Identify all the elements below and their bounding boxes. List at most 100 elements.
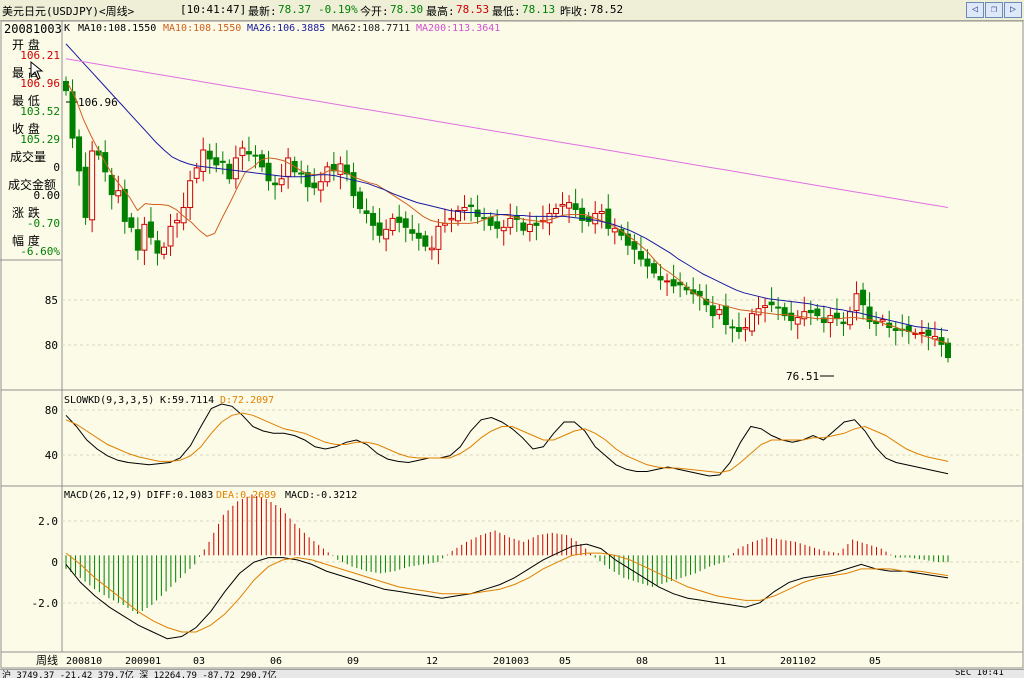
candle-body (775, 306, 782, 309)
candle-body (644, 258, 651, 267)
candle-body (945, 342, 951, 359)
macd-tick-0: 0 (51, 556, 58, 569)
candle-body (193, 167, 200, 179)
candle-body (657, 276, 664, 281)
candle-body (317, 181, 324, 191)
candle-body (357, 191, 363, 210)
candle-body (82, 166, 89, 218)
candle-body (174, 219, 181, 224)
candle-body (860, 289, 867, 306)
kd-tick-80: 80 (45, 404, 58, 417)
candle-body (69, 91, 76, 139)
x-tick-12: 12 (426, 656, 438, 667)
candle-body (252, 154, 259, 157)
candle-body (494, 221, 501, 229)
candle-body (213, 157, 220, 166)
candle-body (742, 326, 749, 330)
macd-dea-line (65, 552, 949, 633)
candle-body (226, 163, 233, 180)
ma26-line (65, 43, 949, 331)
candle-body (89, 150, 96, 221)
candle-body (611, 227, 618, 233)
x-tick-05b: 05 (869, 656, 881, 667)
candle-body (533, 222, 540, 226)
kd-tick-40: 40 (45, 449, 58, 462)
legend-ma62: MA62:108.7711 (332, 23, 410, 34)
candle-body (559, 204, 566, 207)
macd-legend-name: MACD(26,12,9) (64, 490, 142, 501)
x-tick-03: 03 (193, 656, 205, 667)
candle-body (389, 217, 396, 232)
candle-body (187, 180, 194, 209)
candle-body (402, 218, 409, 228)
candle-body (722, 305, 729, 326)
candle-body (918, 331, 925, 334)
candle-body (108, 174, 115, 196)
candle-body (265, 162, 272, 182)
candle-body (422, 235, 429, 247)
candle-body (239, 147, 246, 157)
candle-body (500, 226, 507, 232)
candle-body (219, 160, 226, 163)
x-tick-05a: 05 (559, 656, 571, 667)
candle-body (847, 311, 853, 326)
candle-body (409, 229, 416, 234)
candle-body (461, 207, 468, 211)
candle-body (161, 246, 167, 255)
candle-body (507, 217, 514, 228)
candle-body (598, 210, 605, 214)
candle-body (605, 208, 612, 229)
low-marker-label: 76.51 (786, 370, 819, 383)
candle-body (768, 301, 775, 306)
candle-body (376, 222, 383, 236)
candle-body (272, 182, 279, 186)
candle-body (879, 319, 886, 322)
candle-body (807, 309, 814, 314)
candle-body (892, 328, 899, 331)
macd-histogram (65, 494, 949, 614)
candle-body (435, 225, 442, 250)
kd-legend-k: K:59.7114 (160, 395, 214, 406)
high-marker-label: 106.96 (78, 96, 118, 109)
candle-body (128, 217, 135, 228)
candle-body (232, 157, 239, 180)
candle-body (833, 312, 840, 320)
macd-legend-diff: DIFF:0.1083 (147, 490, 213, 501)
candle-body (147, 221, 154, 238)
chart-canvas[interactable]: K MA10:108.1550 MA10:108.1550 MA26:106.3… (0, 0, 1024, 677)
ma200-line (65, 58, 949, 208)
x-tick-201003: 201003 (493, 656, 529, 667)
candle-body (141, 223, 148, 251)
mouse-cursor-icon (30, 60, 44, 80)
x-tick-11: 11 (714, 656, 726, 667)
candle-body (526, 223, 533, 233)
kd-legend-d: D:72.2097 (220, 395, 274, 406)
candle-body (363, 210, 370, 214)
candle-body (115, 190, 122, 197)
candlestick-group (63, 76, 951, 363)
candle-body (167, 225, 174, 247)
candle-body (134, 229, 141, 251)
x-tick-200810: 200810 (66, 656, 102, 667)
candle-body (794, 317, 801, 325)
candle-body (383, 228, 390, 240)
candle-body (553, 208, 559, 214)
legend-ma10b: MA10:108.1550 (163, 23, 241, 34)
ma10-line (67, 83, 949, 344)
candle-body (716, 309, 723, 315)
y-tick-85: 85 (45, 294, 58, 307)
candle-body (76, 136, 83, 172)
candle-body (415, 232, 422, 239)
kd-lines (65, 403, 949, 477)
candle-body (487, 216, 494, 226)
legend-k: K (64, 23, 70, 34)
candle-body (245, 151, 252, 155)
candle-body (853, 293, 860, 311)
candle-body (925, 329, 932, 336)
candle-body (735, 326, 742, 332)
kd-d-line (65, 412, 949, 474)
candle-body (709, 305, 716, 317)
candle-body (396, 216, 403, 223)
x-tick-06: 06 (270, 656, 282, 667)
x-tick-200901: 200901 (125, 656, 161, 667)
